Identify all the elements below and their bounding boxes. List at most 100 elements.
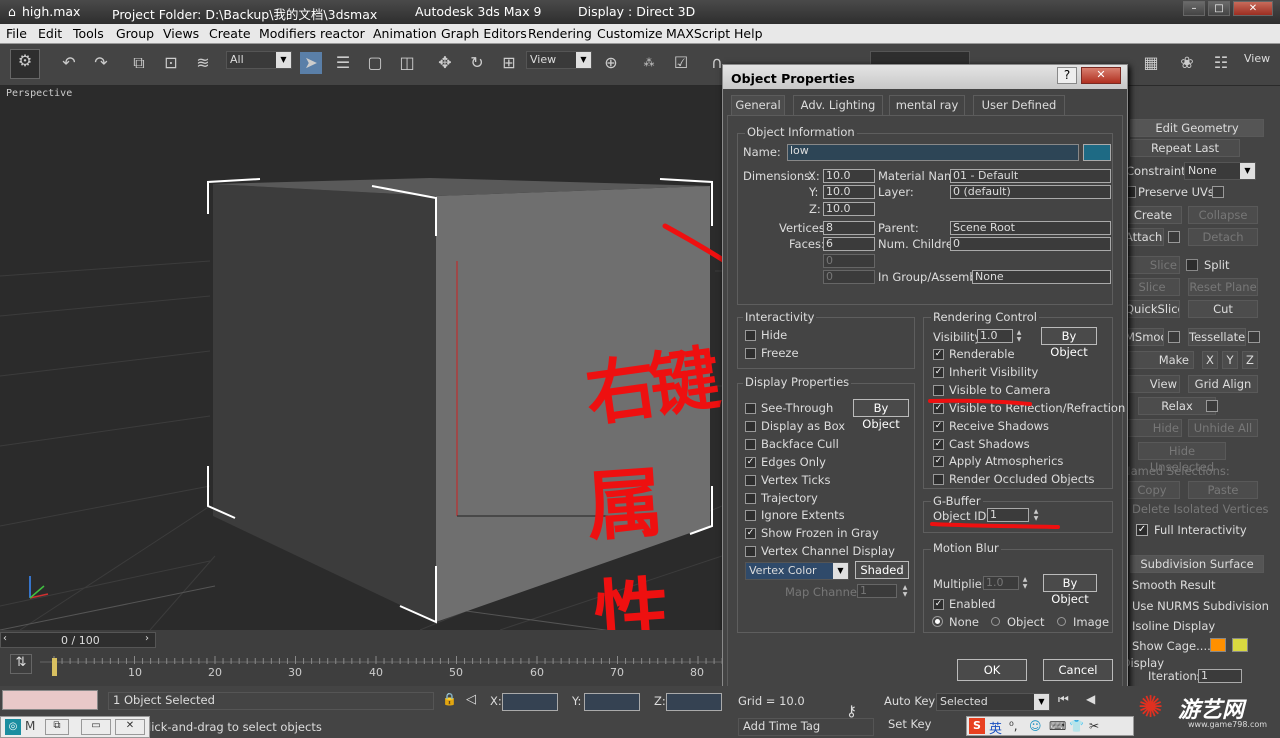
menu-reactor[interactable]: reactor — [320, 26, 365, 41]
menu-tools[interactable]: Tools — [73, 26, 104, 41]
planar-z-button[interactable]: Z — [1242, 351, 1258, 369]
multiplier-field[interactable]: 1.0 — [983, 576, 1019, 590]
render-option-checkbox[interactable] — [933, 384, 944, 396]
menu-rendering[interactable]: Rendering — [528, 26, 592, 41]
smooth-result-label[interactable]: Smooth Result — [1132, 578, 1216, 592]
attach-settings-icon[interactable] — [1168, 231, 1180, 243]
ime-tools-icon[interactable]: ✂ — [1089, 719, 1099, 733]
full-interactivity-checkbox[interactable]: ✓ — [1136, 524, 1148, 536]
repeat-last-button[interactable]: Repeat Last — [1130, 139, 1240, 157]
cut-button[interactable]: Cut — [1188, 300, 1258, 318]
visibility-field[interactable]: 1.0 — [977, 329, 1013, 343]
ime-logo-icon[interactable]: S — [969, 718, 985, 734]
menu-file[interactable]: File — [6, 26, 27, 41]
rect-selection-icon[interactable]: ▢ — [364, 52, 386, 74]
x-coord-field[interactable] — [502, 693, 558, 711]
msmooth-settings-icon[interactable] — [1168, 331, 1180, 343]
menu-customize[interactable]: Customize — [597, 26, 663, 41]
perspective-viewport[interactable]: Perspective 右键 属性 — [0, 86, 722, 630]
slice-button[interactable]: Slice — [1124, 278, 1180, 296]
lock-icon[interactable]: 🔒 — [442, 692, 457, 706]
constraints-dropdown[interactable]: None ▼ — [1184, 162, 1256, 180]
tessellate-settings-icon[interactable] — [1248, 331, 1260, 343]
display-option-checkbox[interactable] — [745, 403, 756, 414]
set-key-button[interactable]: Set Key — [888, 717, 931, 731]
app-taskbar-icon[interactable]: ◎ — [5, 719, 21, 735]
delete-isolated-label[interactable]: Delete Isolated Vertices — [1132, 502, 1269, 516]
dialog-close-button[interactable]: ✕ — [1081, 67, 1121, 84]
motion-blur-by-object-button[interactable]: By Object — [1043, 574, 1097, 606]
bind-spacewarp-icon[interactable]: ≋ — [192, 52, 214, 74]
display-option-checkbox[interactable] — [745, 546, 756, 558]
create-button[interactable]: Create — [1124, 206, 1182, 224]
window-crossing-icon[interactable]: ◫ — [396, 52, 418, 74]
material-editor-icon[interactable]: ▦ — [1140, 52, 1162, 74]
render-option-checkbox[interactable]: ✓ — [933, 456, 944, 468]
slider-right-arrow-icon[interactable]: › — [145, 633, 149, 644]
detach-button[interactable]: Detach — [1188, 228, 1258, 246]
relax-settings-icon[interactable] — [1206, 400, 1218, 412]
go-to-start-icon[interactable]: ⏮ — [1058, 692, 1069, 707]
grid-align-button[interactable]: Grid Align — [1188, 375, 1258, 393]
menu-maxscript[interactable]: MAXScript — [666, 26, 730, 41]
close-button[interactable]: ✕ — [1233, 1, 1273, 16]
angle-snap-icon[interactable]: ☑ — [670, 52, 692, 74]
link-icon[interactable]: ⧉ — [128, 52, 150, 74]
map-channel-field[interactable]: 1 — [857, 584, 897, 598]
object-color-swatch[interactable] — [1083, 144, 1111, 161]
render-option-checkbox[interactable] — [933, 474, 944, 486]
unlink-icon[interactable]: ⊡ — [160, 52, 182, 74]
ime-punct-icon[interactable]: ⁰, — [1009, 719, 1018, 733]
view-align-button[interactable]: View Align — [1124, 375, 1180, 393]
maximize-mini-icon[interactable]: ▭ — [81, 719, 111, 735]
render-option-checkbox[interactable]: ✓ — [933, 420, 944, 432]
selection-filter-dropdown[interactable]: All ▼ — [226, 51, 292, 69]
display-option-checkbox[interactable] — [745, 510, 756, 522]
maxscript-listener-mini[interactable] — [2, 690, 98, 710]
reset-plane-button[interactable]: Reset Plane — [1188, 278, 1258, 296]
maximize-button[interactable]: □ — [1208, 1, 1230, 16]
quickslice-button[interactable]: QuickSlice — [1124, 300, 1180, 318]
redo-icon[interactable]: ↷ — [90, 52, 112, 74]
ime-language[interactable]: 英 — [989, 718, 1002, 737]
z-coord-field[interactable] — [666, 693, 722, 711]
vertex-color-dropdown[interactable]: Vertex Color ▼ — [745, 562, 849, 580]
display-option-checkbox[interactable] — [745, 474, 756, 486]
select-object-icon[interactable]: ➤ — [300, 52, 322, 74]
cage-color-swatch-1[interactable] — [1210, 638, 1226, 652]
copy-button[interactable]: Copy — [1124, 481, 1180, 499]
menu-animation[interactable]: Animation — [373, 26, 437, 41]
menu-graph-editors[interactable]: Graph Editors — [441, 26, 527, 41]
object-id-spinner[interactable]: ▲ ▼ — [1032, 508, 1040, 522]
msmooth-button[interactable]: MSmooth — [1124, 328, 1164, 346]
tessellate-button[interactable]: Tessellate — [1188, 328, 1246, 346]
settings-icon[interactable] — [1212, 186, 1224, 198]
absolute-mode-icon[interactable]: ◁ — [466, 692, 476, 707]
attach-button[interactable]: Attach — [1124, 228, 1164, 246]
planar-y-button[interactable]: Y — [1222, 351, 1238, 369]
image-radio[interactable] — [1057, 617, 1066, 626]
render-option-checkbox[interactable]: ✓ — [933, 366, 944, 378]
none-radio[interactable] — [933, 617, 942, 626]
pivot-icon[interactable]: ⊕ — [600, 52, 622, 74]
time-slider[interactable]: ‹ 0 / 100 › — [0, 632, 156, 648]
key-filter-dropdown[interactable]: Selected ▼ — [936, 693, 1050, 711]
quick-render-icon[interactable]: ☷ — [1210, 52, 1232, 74]
display-option-checkbox[interactable]: ✓ — [745, 456, 756, 468]
hide-selected-button[interactable]: Hide Selected — [1124, 419, 1182, 437]
menu-create[interactable]: Create — [209, 26, 251, 41]
display-option-checkbox[interactable] — [745, 420, 756, 432]
restore-mini-icon[interactable]: ⧉ — [45, 719, 69, 735]
ime-keyboard-icon[interactable]: ⌨ — [1049, 719, 1066, 733]
hide-checkbox[interactable] — [745, 330, 756, 341]
slice-plane-button[interactable]: Slice Plane — [1124, 256, 1180, 274]
menu-help[interactable]: Help — [734, 26, 763, 41]
add-time-tag[interactable]: Add Time Tag — [738, 718, 874, 736]
render-option-checkbox[interactable]: ✓ — [933, 438, 944, 450]
show-cage-label[interactable]: Show Cage...... — [1132, 639, 1218, 653]
cage-color-swatch-2[interactable] — [1232, 638, 1248, 652]
unhide-all-button[interactable]: Unhide All — [1188, 419, 1258, 437]
hide-unselected-button[interactable]: Hide Unselected — [1138, 442, 1226, 474]
relax-button[interactable]: Relax — [1138, 397, 1216, 415]
paste-button[interactable]: Paste — [1188, 481, 1258, 499]
